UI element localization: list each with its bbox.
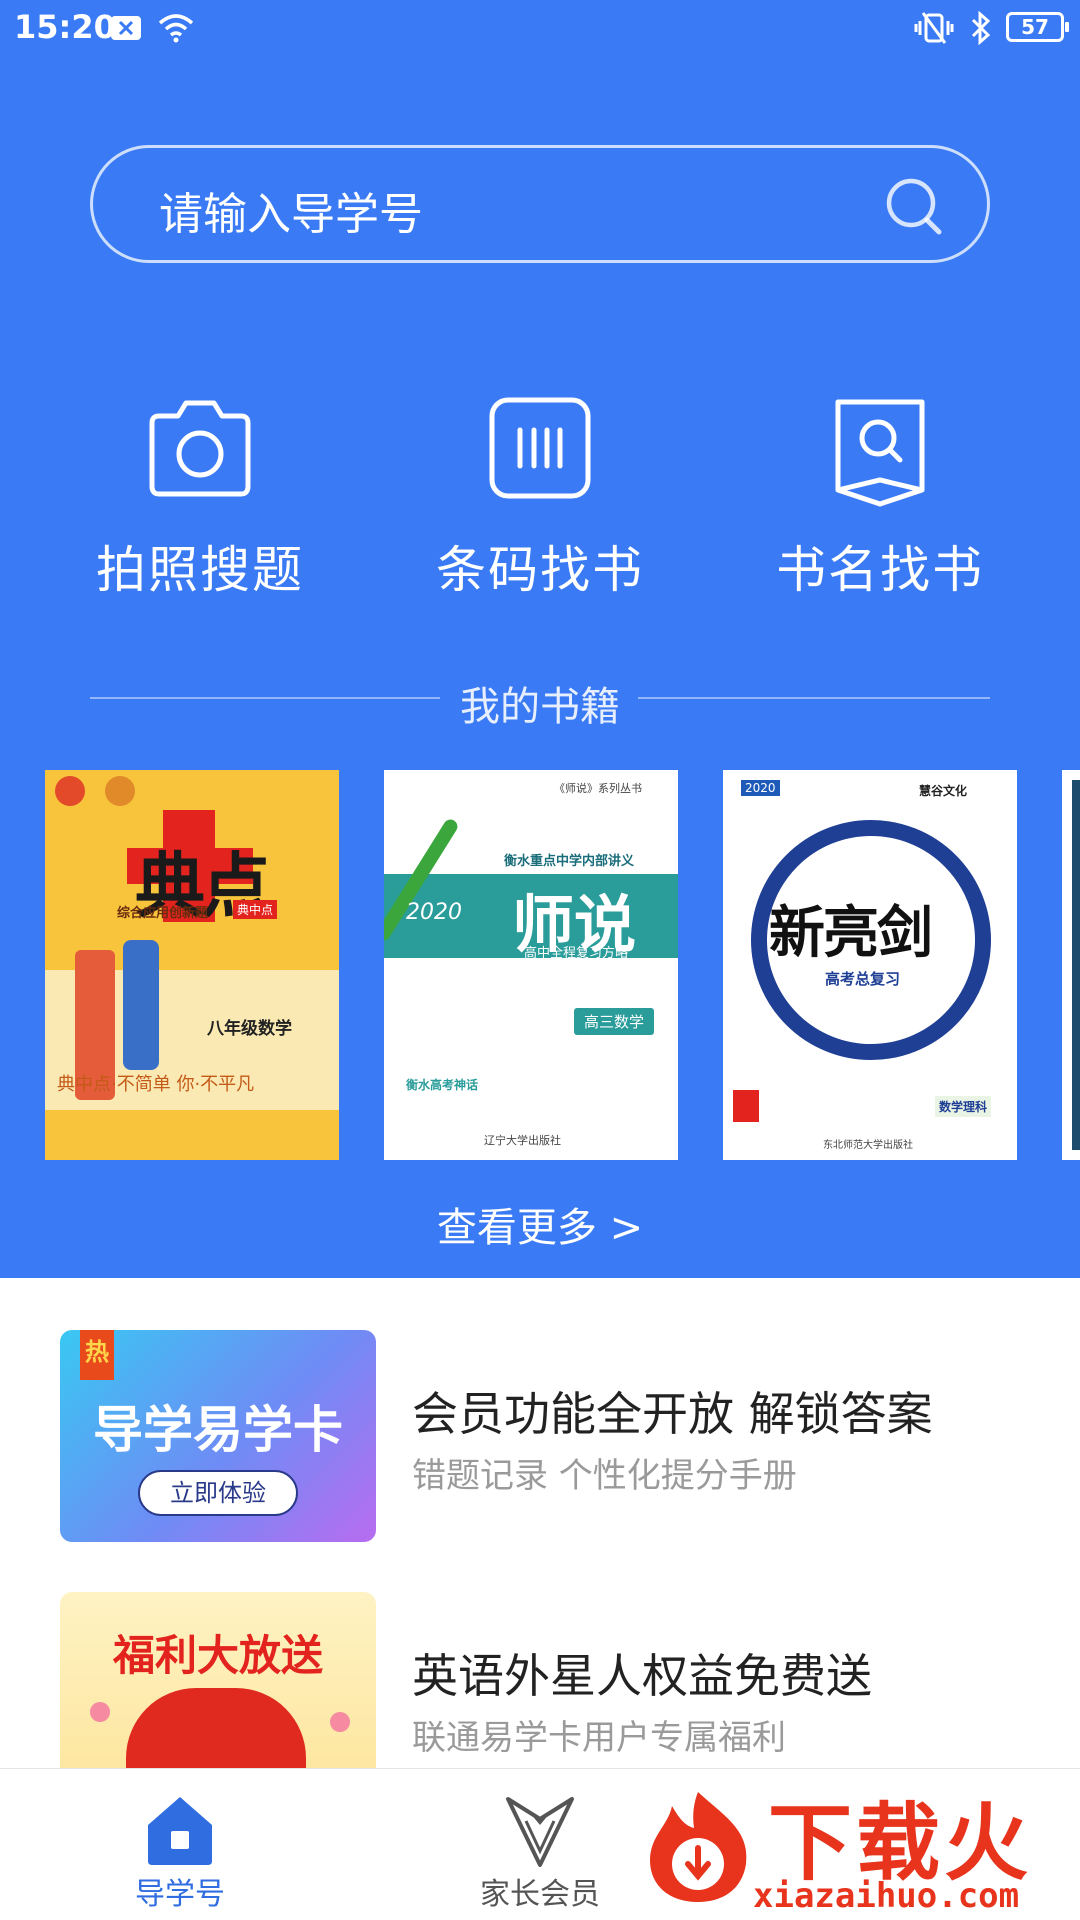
- cover-badge: 典中点: [233, 900, 278, 919]
- wifi-icon: [156, 10, 196, 46]
- search-placeholder: 请输入导学号: [159, 189, 423, 240]
- book-cover-3[interactable]: 2020 慧谷文化 新亮剑 高考总复习 数学理科 东北师范大学出版社: [723, 770, 1017, 1160]
- book-search-icon: [835, 399, 925, 507]
- book-cover-1[interactable]: 典点 综合应用创新题 典中点 八年级数学 典中点·不简单 你·不平凡: [45, 770, 339, 1160]
- cover-section: 衡水高考神话: [406, 1078, 479, 1092]
- barcode-search-button[interactable]: 条码找书: [390, 380, 690, 600]
- cover-spine: [1072, 780, 1080, 1150]
- promo-banner-1[interactable]: 热 导学易学卡 立即体验: [60, 1330, 376, 1542]
- cover-illustration: [123, 940, 159, 1070]
- cover-subtitle: 高考总复习: [825, 970, 901, 988]
- try-now-button[interactable]: 立即体验: [138, 1470, 298, 1516]
- cover-title: 新亮剑: [769, 901, 933, 966]
- decor-dot: [330, 1712, 350, 1732]
- logo-badge: [55, 776, 85, 806]
- watermark-url: xiazaihuo.com: [753, 1876, 1020, 1916]
- status-time: 15:20: [14, 8, 116, 46]
- promo-title: 英语外星人权益免费送: [412, 1649, 872, 1703]
- promo-subtitle: 错题记录 个性化提分手册: [412, 1456, 797, 1496]
- home-icon: [148, 1797, 212, 1865]
- flame-logo-icon: [650, 1792, 747, 1902]
- cover-mark: [733, 1090, 759, 1122]
- battery-indicator: 57: [1006, 12, 1069, 42]
- notification-icon: [108, 10, 144, 46]
- photo-search-label: 拍照搜题: [96, 541, 304, 599]
- nav-item-parent-member[interactable]: 家长会员: [430, 1769, 650, 1920]
- hot-badge-text: 热: [85, 1338, 109, 1366]
- cover-publisher: 东北师范大学出版社: [823, 1140, 913, 1151]
- title-search-button[interactable]: 书名找书: [730, 380, 1030, 600]
- promo-banner-title: 福利大放送: [112, 1631, 323, 1680]
- logo-badge: [105, 776, 135, 806]
- my-books-title: 我的书籍: [460, 684, 620, 730]
- promo-banner-title: 导学易学卡: [93, 1401, 343, 1459]
- cover-brand: 慧谷文化: [919, 784, 968, 798]
- tuxedo-icon: [506, 1797, 574, 1867]
- promo-title: 会员功能全开放 解锁答案: [412, 1387, 933, 1441]
- barcode-icon: [489, 397, 591, 499]
- cover-subtitle: 高中全程复习方略: [524, 946, 629, 961]
- hot-badge: 热: [80, 1330, 114, 1380]
- book-cover-2[interactable]: 《师说》系列丛书 衡水重点中学内部讲义 2020 师说 高中全程复习方略 高三数…: [384, 770, 678, 1160]
- my-books-header: 我的书籍: [90, 670, 990, 730]
- status-bar: 15:20 57: [0, 0, 1080, 56]
- vibrate-mute-icon: [912, 10, 956, 46]
- bluetooth-icon: [966, 10, 996, 46]
- cover-year: 2020: [406, 900, 462, 925]
- promo-subtitle: 联通易学卡用户专属福利: [412, 1718, 786, 1758]
- book-cover-4[interactable]: [1062, 770, 1080, 1160]
- decor-dot: [90, 1702, 110, 1722]
- nav-label: 导学号: [135, 1877, 225, 1912]
- cover-slogan: 典中点·不简单 你·不平凡: [57, 1074, 255, 1095]
- barcode-search-label: 条码找书: [436, 541, 644, 599]
- cover-grade: 八年级数学: [207, 1019, 292, 1039]
- view-more-link[interactable]: 查看更多 >: [0, 1195, 1080, 1253]
- search-icon[interactable]: [883, 175, 947, 239]
- cover-tag: 数学理科: [935, 1096, 992, 1117]
- nav-label: 家长会员: [480, 1877, 600, 1912]
- watermark-logo: 下载火 xiazaihuo.com: [638, 1776, 1080, 1920]
- cover-publisher: 辽宁大学出版社: [484, 1134, 561, 1147]
- cover-series: 衡水重点中学内部讲义: [504, 854, 635, 869]
- cover-badge: 《师说》系列丛书: [554, 782, 642, 795]
- photo-search-button[interactable]: 拍照搜题: [50, 380, 350, 600]
- search-input[interactable]: 请输入导学号: [90, 145, 990, 263]
- cover-year: 2020: [741, 780, 780, 796]
- nav-item-guide-number[interactable]: 导学号: [70, 1769, 290, 1920]
- title-search-label: 书名找书: [776, 541, 984, 599]
- cover-subtitle: 综合应用创新题: [117, 906, 209, 921]
- cover-tag: 高三数学: [574, 1008, 655, 1035]
- camera-icon: [149, 400, 251, 497]
- promo-card-1[interactable]: 热 导学易学卡 立即体验 会员功能全开放 解锁答案 错题记录 个性化提分手册: [60, 1330, 1020, 1542]
